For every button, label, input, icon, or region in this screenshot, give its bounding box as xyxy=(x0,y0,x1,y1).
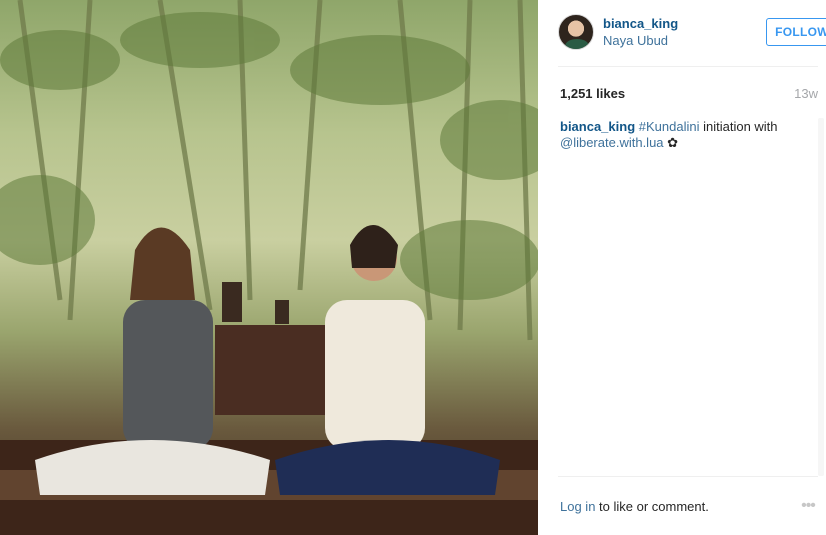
location-link[interactable]: Naya Ubud xyxy=(603,33,668,48)
header-divider xyxy=(558,66,818,67)
caption-text: initiation with xyxy=(699,119,778,134)
caption-mention[interactable]: @liberate.with.lua xyxy=(560,135,664,150)
post-caption: bianca_king #Kundalini initiation with @… xyxy=(560,119,810,151)
caption-username[interactable]: bianca_king xyxy=(560,119,635,134)
comments-scrollbar[interactable] xyxy=(818,118,824,476)
footer-divider xyxy=(558,476,818,477)
post-timestamp[interactable]: 13w xyxy=(794,86,818,101)
avatar-figure xyxy=(565,39,589,49)
more-options-icon[interactable]: ••• xyxy=(796,496,820,516)
post-sidebar: bianca_king Naya Ubud FOLLOW 1,251 likes… xyxy=(538,0,826,535)
profile-avatar[interactable] xyxy=(558,14,594,50)
login-prompt: Log in to like or comment. xyxy=(560,499,709,514)
login-link[interactable]: Log in xyxy=(560,499,595,514)
caption-hashtag[interactable]: #Kundalini xyxy=(639,119,700,134)
flower-emoji-icon: ✿ xyxy=(663,135,679,150)
photo-illustration xyxy=(0,0,538,535)
post-photo[interactable] xyxy=(0,0,538,535)
follow-button[interactable]: FOLLOW xyxy=(766,18,826,46)
post-header: bianca_king Naya Ubud FOLLOW xyxy=(558,14,826,54)
login-prompt-text: to like or comment. xyxy=(595,499,709,514)
username-link[interactable]: bianca_king xyxy=(603,16,678,31)
likes-count[interactable]: 1,251 likes xyxy=(560,86,625,101)
